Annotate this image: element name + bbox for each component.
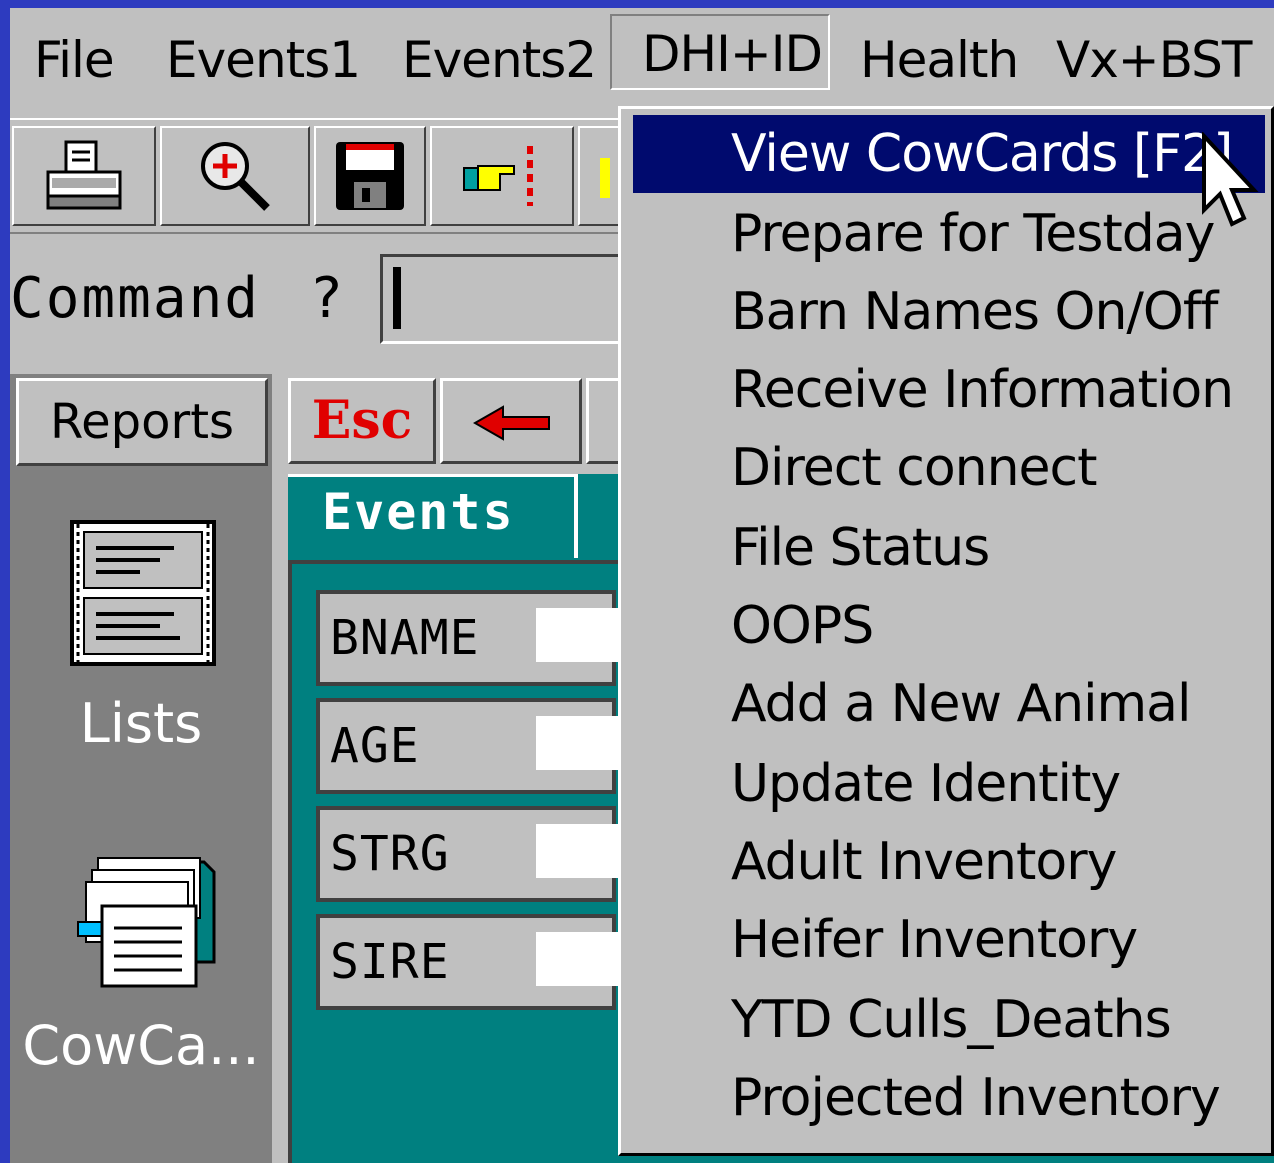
- cowcards-icon[interactable]: [74, 852, 224, 992]
- field-bname: BNAME: [316, 590, 626, 686]
- menu-events2[interactable]: Events2: [402, 22, 597, 98]
- menu-item-ytd-culls-deaths[interactable]: YTD Culls_Deaths: [633, 981, 1265, 1059]
- tab-events[interactable]: Events: [288, 474, 578, 558]
- text-caret: [393, 267, 401, 329]
- menu-item-heifer-inventory[interactable]: Heifer Inventory: [633, 901, 1265, 979]
- save-icon: [336, 142, 404, 210]
- menu-bar: File Events1 Events2 DHI+ID Health Vx+BS…: [10, 8, 1274, 104]
- menu-dhi-id[interactable]: DHI+ID: [610, 14, 830, 90]
- menu-item-oops[interactable]: OOPS: [633, 587, 1265, 665]
- reports-button[interactable]: Reports: [16, 378, 268, 466]
- field-value[interactable]: [536, 932, 626, 986]
- lists-icon[interactable]: [70, 520, 216, 666]
- field-label: STRG: [330, 826, 450, 882]
- menu-item-view-cowcards[interactable]: View CowCards [F2]: [633, 115, 1265, 193]
- menu-item-prepare-testday[interactable]: Prepare for Testday: [633, 195, 1265, 273]
- field-label: AGE: [330, 718, 420, 774]
- field-strg: STRG: [316, 806, 626, 902]
- arrow-left-icon: [473, 405, 550, 441]
- command-label: Command: [10, 266, 261, 331]
- dhi-id-dropdown-menu: View CowCards [F2] Prepare for Testday B…: [618, 106, 1274, 1156]
- field-value[interactable]: [536, 716, 626, 770]
- menu-item-file-status[interactable]: File Status: [633, 509, 1265, 587]
- menu-events1[interactable]: Events1: [166, 22, 361, 98]
- menu-vx-bst[interactable]: Vx+BST: [1056, 22, 1252, 98]
- field-label: BNAME: [330, 610, 480, 666]
- zoom-button[interactable]: [160, 126, 310, 226]
- menu-item-receive-information[interactable]: Receive Information: [633, 351, 1265, 429]
- cowcards-label: CowCa...: [22, 1014, 260, 1077]
- field-label: SIRE: [330, 934, 450, 990]
- pointing-hand-icon: [463, 146, 533, 206]
- menu-file[interactable]: File: [34, 22, 115, 98]
- command-prompt: ?: [312, 266, 342, 331]
- application-window: File Events1 Events2 DHI+ID Health Vx+BS…: [10, 8, 1274, 1163]
- field-value[interactable]: [536, 608, 626, 662]
- field-age: AGE: [316, 698, 626, 794]
- lists-label: Lists: [79, 692, 203, 755]
- menu-item-adult-inventory[interactable]: Adult Inventory: [633, 823, 1265, 901]
- field-value[interactable]: [536, 824, 626, 878]
- printer-icon: [46, 140, 122, 210]
- esc-button[interactable]: Esc: [288, 378, 436, 464]
- menu-item-update-identity[interactable]: Update Identity: [633, 745, 1265, 823]
- print-button[interactable]: [12, 126, 156, 226]
- back-button[interactable]: [440, 378, 582, 464]
- menu-item-projected-inventory[interactable]: Projected Inventory: [633, 1059, 1265, 1137]
- select-button[interactable]: [430, 126, 574, 226]
- field-sire: SIRE: [316, 914, 626, 1010]
- mouse-cursor-icon: [1202, 132, 1259, 227]
- menu-item-barn-names[interactable]: Barn Names On/Off: [633, 273, 1265, 351]
- menu-health[interactable]: Health: [860, 22, 1019, 98]
- menu-item-add-new-animal[interactable]: Add a New Animal: [633, 665, 1265, 743]
- left-panel: Reports Lists CowCa...: [10, 374, 272, 1163]
- menu-item-direct-connect[interactable]: Direct connect: [633, 429, 1265, 507]
- save-button[interactable]: [314, 126, 426, 226]
- zoom-icon: [201, 142, 270, 211]
